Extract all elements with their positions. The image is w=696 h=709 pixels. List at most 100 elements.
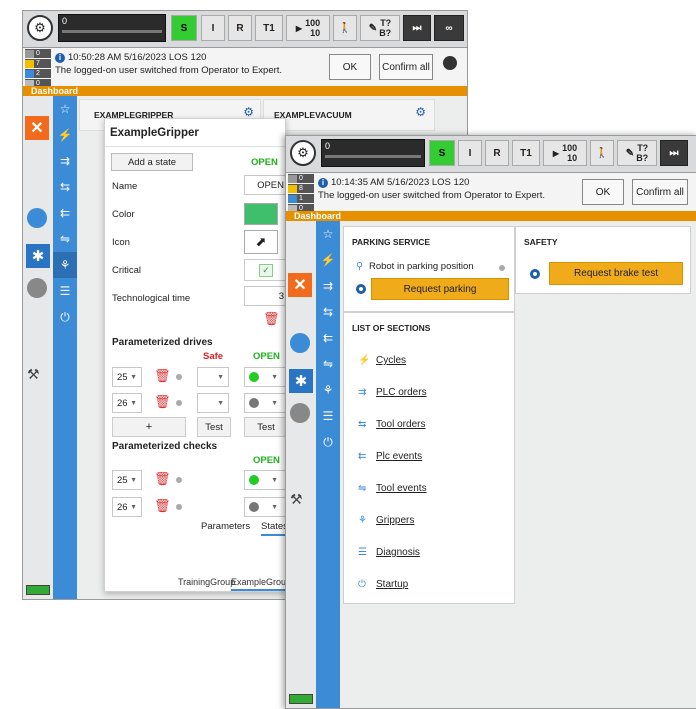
startup-icon[interactable]: ⏻ [53,304,77,330]
section-plc-orders[interactable]: ⇉ PLC orders [358,387,427,398]
close-icon[interactable]: ✕ [288,273,312,297]
confirm-all-button[interactable]: Confirm all [379,54,433,80]
tool-orders-icon[interactable]: ⇆ [316,299,340,325]
plc-events-icon[interactable]: ⇇ [53,200,77,226]
tab-parameters[interactable]: Parameters [201,521,250,532]
check-open-select-2[interactable]: ▼ [244,497,286,517]
gripper-state-icon[interactable]: ⬈ [244,230,278,254]
delete-check-icon[interactable]: 🗑 [154,471,171,487]
request-brake-test-button[interactable]: Request brake test [549,262,683,285]
diagnosis-icon[interactable]: ☰ [53,278,77,304]
walk-button[interactable]: 🚶 [333,15,357,41]
cycles-icon: ⚡ [358,355,371,366]
settings-eye-icon[interactable] [290,333,310,353]
section-tool-orders[interactable]: ⇆ Tool orders [358,419,425,430]
ok-button[interactable]: OK [329,54,371,80]
count-info: 0 [288,174,314,183]
plc-icon[interactable]: ⇉ [53,148,77,174]
settings-eye-icon[interactable] [27,208,47,228]
section-plc-events[interactable]: ⇇ Plc events [358,451,422,462]
drive-open-select-2[interactable]: ▼ [244,393,286,413]
section-diagnosis[interactable]: ☰ Diagnosis [358,547,420,558]
mode-i-button[interactable]: I [458,140,482,166]
drive-safe-select-2[interactable]: ▼ [197,393,229,413]
robot-arm-icon[interactable]: ⚒ [27,366,49,386]
drive-open-select-1[interactable]: ▼ [244,367,286,387]
snowflake-icon[interactable]: ✱ [26,244,50,268]
critical-checkbox[interactable]: ✓ [259,264,273,277]
progress-track [62,30,162,33]
user-icon[interactable] [290,403,310,423]
favorites-icon[interactable]: ☆ [53,96,77,122]
delete-drive-icon[interactable]: 🗑 [154,394,171,410]
teach-status-button[interactable]: ✎ T? B? [360,15,400,41]
section-tool-events[interactable]: ⇋ Tool events [358,483,427,494]
color-swatch[interactable] [244,203,278,225]
robot-menu-button[interactable]: ⚙ [27,15,53,41]
delete-check-icon[interactable]: 🗑 [154,498,171,514]
drive-select-1[interactable]: 25 ▼ [112,367,142,387]
jog-button[interactable]: ⏭ [660,140,688,166]
delete-state-icon[interactable]: 🗑 [263,311,280,327]
tool-orders-icon[interactable]: ⇆ [53,174,77,200]
safe-header: Safe [203,351,224,362]
count-message: 2 [25,69,51,78]
snowflake-icon[interactable]: ✱ [289,369,313,393]
favorites-icon[interactable]: ☆ [316,221,340,247]
request-parking-button[interactable]: Request parking [371,278,509,300]
section-startup[interactable]: ⏻ Startup [358,579,408,590]
plc-icon[interactable]: ⇉ [316,273,340,299]
message-row: 0 8 1 0 i 10:14:35 AM 5/16/2023 LOS 120 T… [286,173,696,213]
delete-drive-icon[interactable]: 🗑 [154,368,171,384]
startup-icon[interactable]: ⏻ [316,429,340,455]
add-drive-button[interactable]: + [112,417,186,437]
robot-arm-icon[interactable]: ⚒ [290,491,312,511]
drive-select-2[interactable]: 26 ▼ [112,393,142,413]
plc-events-icon[interactable]: ⇇ [316,325,340,351]
globe-icon[interactable] [443,56,457,70]
teach-status-button[interactable]: ✎ T? B? [617,140,657,166]
add-state-button[interactable]: Add a state [111,153,193,171]
section-cycles[interactable]: ⚡ Cycles [358,355,406,366]
mode-r-button[interactable]: R [228,15,252,41]
walk-button[interactable]: 🚶 [590,140,614,166]
diagnosis-icon[interactable]: ☰ [316,403,340,429]
check-open-select-1[interactable]: ▼ [244,470,286,490]
tool-events-icon[interactable]: ⇋ [53,226,77,252]
ok-button[interactable]: OK [582,179,624,205]
mode-s-button[interactable]: S [429,140,455,166]
tool-events-icon[interactable]: ⇋ [316,351,340,377]
gear-icon[interactable]: ⚙ [415,105,426,119]
check-select-1[interactable]: 25 ▼ [112,470,142,490]
gear-icon[interactable]: ⚙ [243,105,254,119]
tab-example-group[interactable]: ExampleGroup [231,577,292,591]
infinity-button[interactable]: ∞ [434,15,464,41]
tab-training-group[interactable]: TrainingGroup [178,577,235,587]
tech-time-input[interactable]: 3 [244,286,286,306]
user-icon[interactable] [27,278,47,298]
confirm-all-button[interactable]: Confirm all [632,179,688,205]
test-open-button[interactable]: Test [244,417,287,437]
gripper-icon[interactable]: ⚘ [316,377,340,403]
tab-states[interactable]: States [261,521,288,536]
robot-menu-button[interactable]: ⚙ [290,140,316,166]
weld-icon[interactable]: ⚡ [316,247,340,273]
mode-r-button[interactable]: R [485,140,509,166]
test-safe-button[interactable]: Test [197,417,231,437]
override-button[interactable]: ▶ 100 10 [286,15,330,41]
jog-button[interactable]: ⏭ [403,15,431,41]
mode-t1-button[interactable]: T1 [512,140,540,166]
close-icon[interactable]: ✕ [25,116,49,140]
name-input[interactable]: OPEN [244,175,286,195]
section-grippers[interactable]: ⚘ Grippers [358,515,414,526]
mode-t1-button[interactable]: T1 [255,15,283,41]
check-select-2[interactable]: 26 ▼ [112,497,142,517]
tool-orders-icon: ⇆ [358,419,367,430]
drive-safe-select-1[interactable]: ▼ [197,367,229,387]
weld-icon[interactable]: ⚡ [53,122,77,148]
gripper-icon[interactable]: ⚘ [53,252,77,278]
override-button[interactable]: ▶ 100 10 [543,140,587,166]
mode-s-button[interactable]: S [171,15,197,41]
tech-time-label: Technological time [112,293,191,304]
mode-i-button[interactable]: I [201,15,225,41]
